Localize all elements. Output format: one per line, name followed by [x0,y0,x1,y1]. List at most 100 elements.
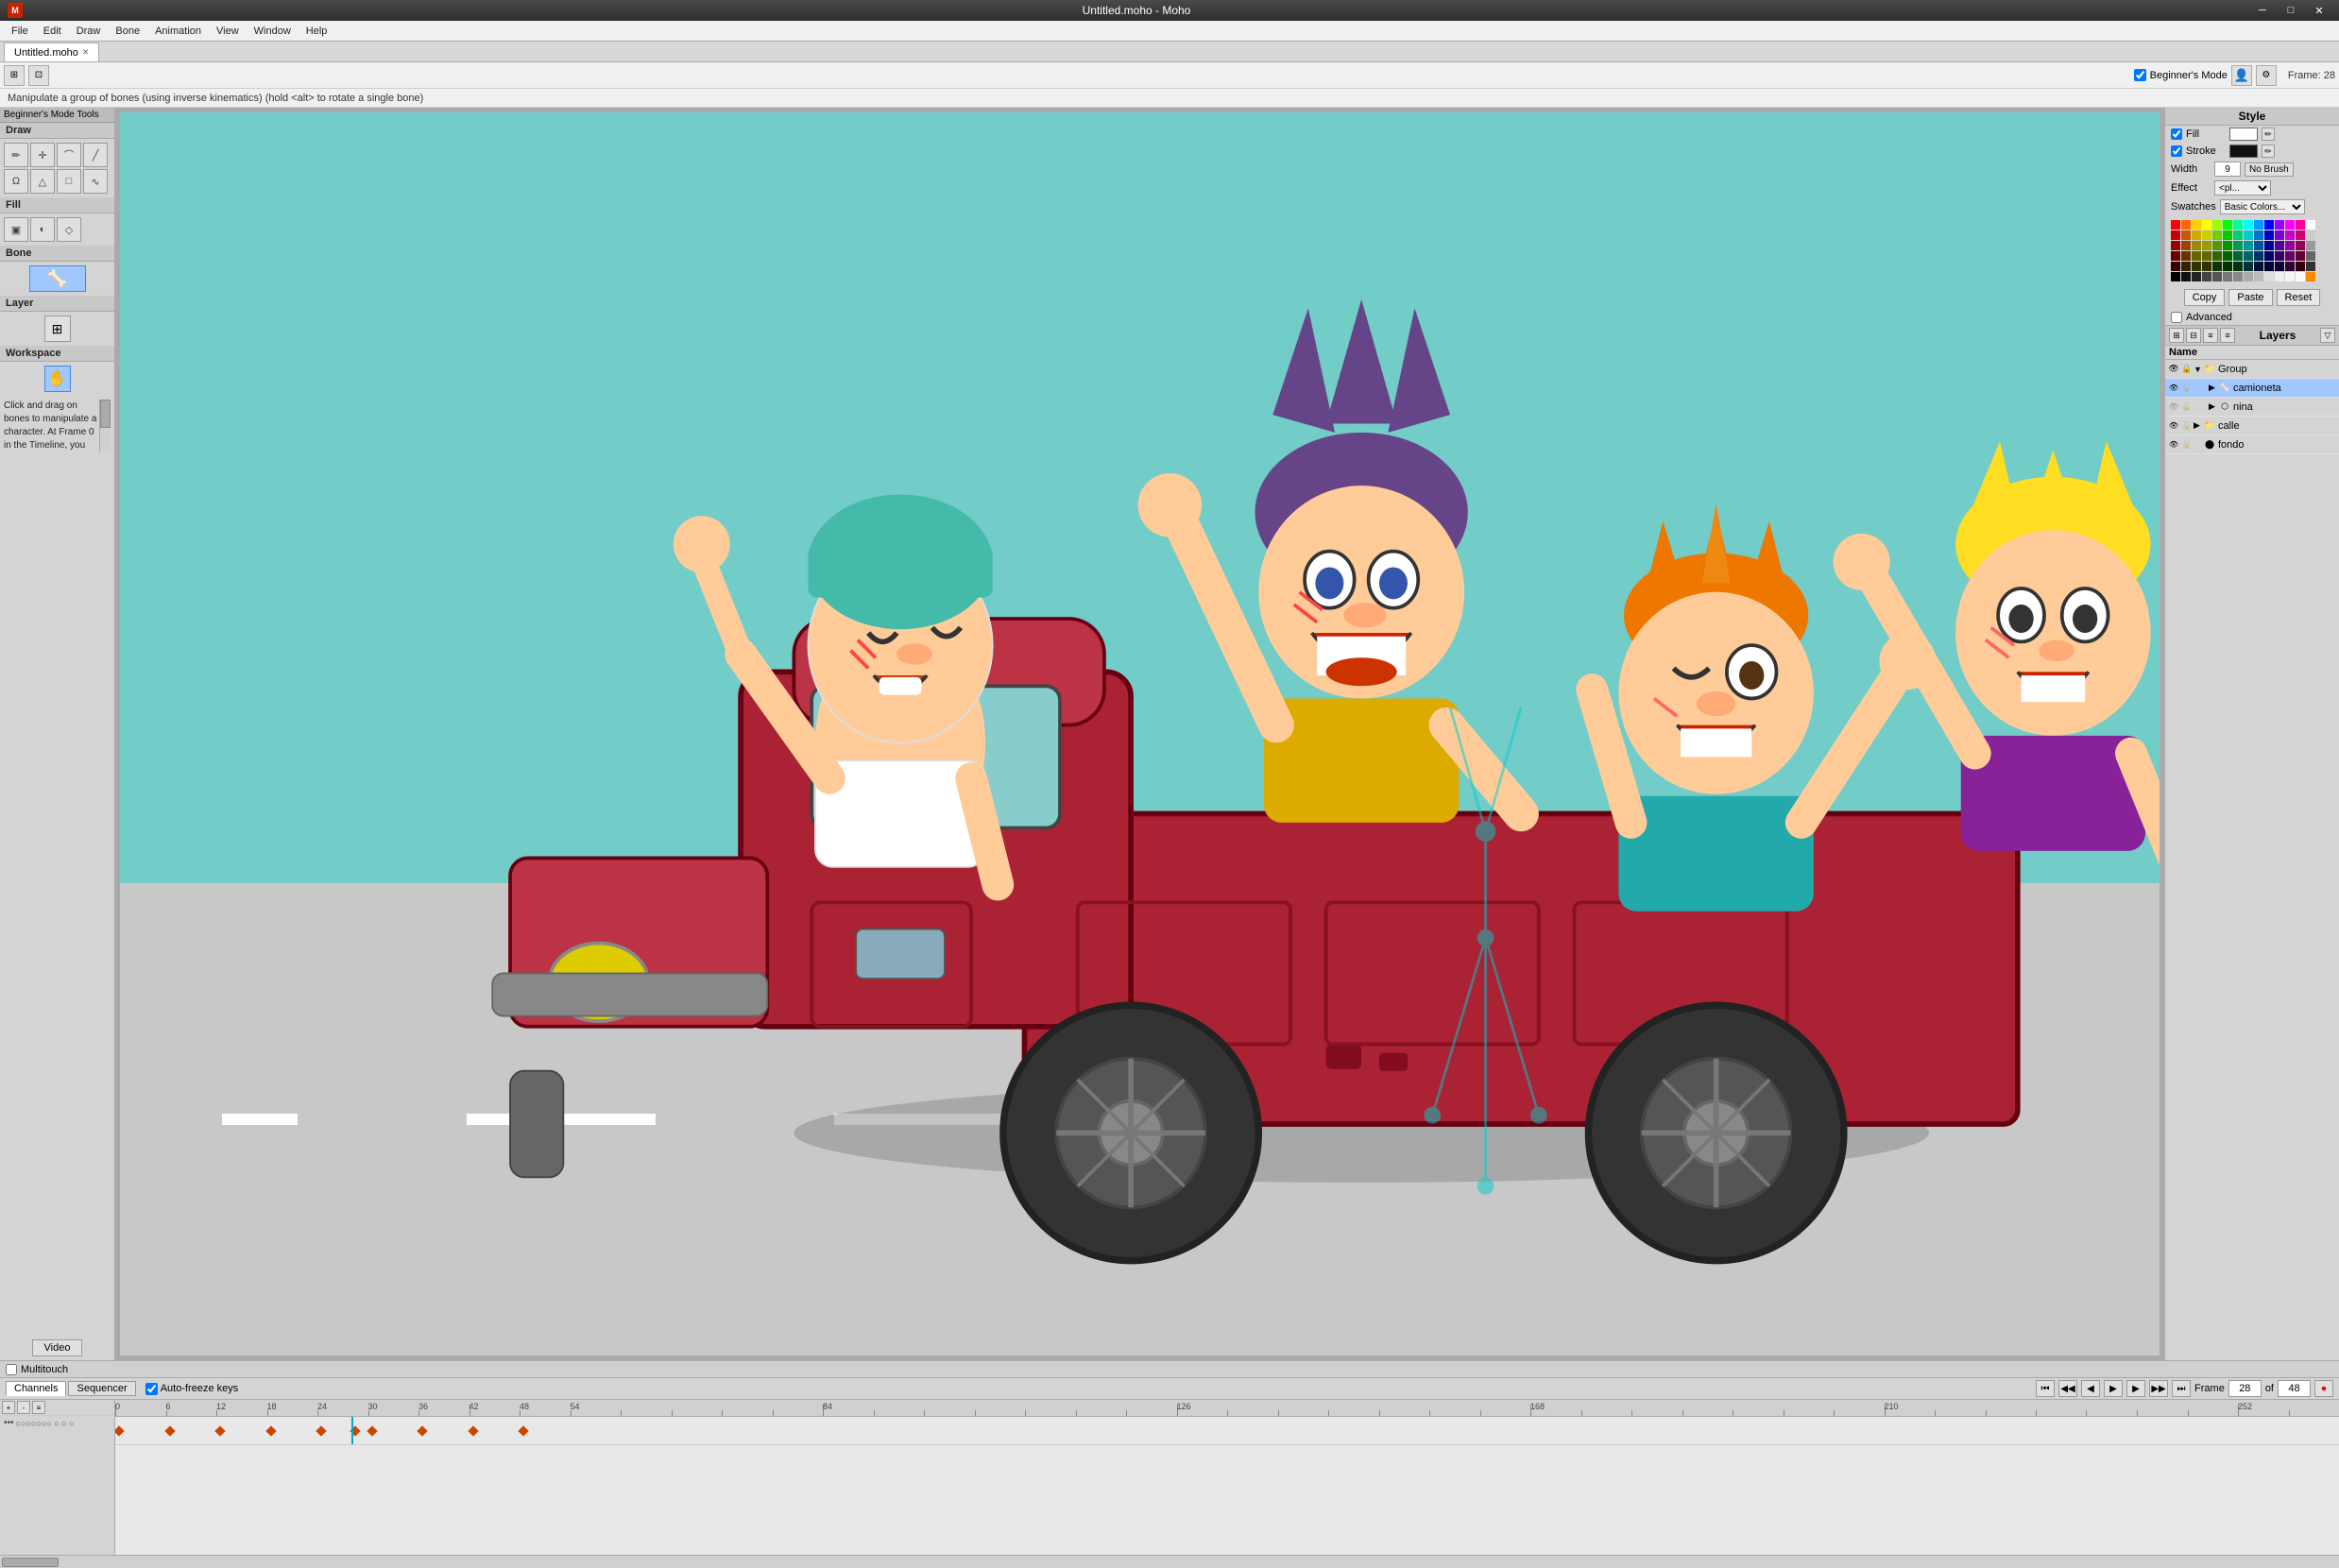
channels-tab[interactable]: Channels [6,1381,66,1396]
effect-select[interactable]: <pl... [2214,180,2271,196]
beginners-mode-checkbox[interactable] [2134,69,2146,81]
palette-color-50[interactable] [2254,251,2263,261]
layer-expand-camioneta[interactable]: ▶ [2209,383,2218,393]
multitouch-checkbox[interactable] [6,1364,17,1375]
layer-expand-group[interactable]: ▼ [2194,365,2203,374]
palette-color-10[interactable] [2275,220,2284,230]
layer-vis-camioneta[interactable]: 👁 [2167,382,2180,395]
layer-vis-fondo[interactable]: 👁 [2167,438,2180,452]
layer-calle[interactable]: 👁 🔒 ▶ 📁 calle [2165,417,2339,435]
h-scrollbar-thumb[interactable] [2,1558,59,1567]
timeline-track-1[interactable] [115,1417,2339,1445]
step-back-btn[interactable]: ◀ [2081,1380,2100,1397]
palette-color-11[interactable] [2285,220,2295,230]
fill-checkbox[interactable] [2171,128,2182,140]
palette-color-30[interactable] [2192,241,2201,250]
palette-color-66[interactable] [2275,262,2284,271]
palette-color-25[interactable] [2285,230,2295,240]
layer-fondo[interactable]: 👁 🔒 ▶ ⬤ fondo [2165,435,2339,454]
workspace-hand-tool[interactable]: ✋ [44,366,71,392]
palette-color-21[interactable] [2244,230,2253,240]
autofreeze-checkbox[interactable] [145,1383,158,1395]
toolbar-icon-2[interactable]: ⊡ [28,65,49,86]
palette-color-74[interactable] [2212,272,2222,281]
palette-color-65[interactable] [2264,262,2274,271]
minimize-button[interactable]: ─ [2250,2,2275,19]
palette-color-32[interactable] [2212,241,2222,250]
fill-edit-button[interactable]: ✏ [2262,128,2275,141]
advanced-checkbox[interactable] [2171,312,2182,323]
close-button[interactable]: ✕ [2307,2,2331,19]
draw-tool-omega[interactable]: Ω [4,169,28,194]
tl-ctrl-1[interactable]: + [2,1401,15,1414]
palette-color-79[interactable] [2264,272,2274,281]
palette-color-35[interactable] [2244,241,2253,250]
layer-tool-btn[interactable]: ⊞ [44,315,71,342]
tl-ctrl-3[interactable]: ≡ [32,1401,45,1414]
palette-color-38[interactable] [2275,241,2284,250]
draw-tool-tri[interactable]: △ [30,169,55,194]
next-key-btn[interactable]: ▶▶ [2149,1380,2168,1397]
copy-button[interactable]: Copy [2184,289,2226,306]
palette-color-3[interactable] [2202,220,2211,230]
step-fwd-btn[interactable]: ▶ [2126,1380,2145,1397]
menu-help[interactable]: Help [299,24,335,39]
palette-color-76[interactable] [2233,272,2243,281]
palette-color-14[interactable] [2171,230,2180,240]
palette-color-81[interactable] [2285,272,2295,281]
palette-color-5[interactable] [2223,220,2232,230]
draw-tool-wave[interactable]: ∿ [83,169,108,194]
menu-file[interactable]: File [4,24,36,39]
desc-scrollbar[interactable] [99,400,111,452]
play-btn[interactable]: ▶ [2104,1380,2123,1397]
draw-tool-add[interactable]: ✛ [30,143,55,167]
layer-camioneta[interactable]: 👁 🔒 ▶ 🦴 camioneta [2165,379,2339,398]
layer-vis-nina[interactable]: 👁 [2167,401,2180,414]
palette-color-47[interactable] [2223,251,2232,261]
palette-color-56[interactable] [2171,262,2180,271]
palette-color-40[interactable] [2296,241,2305,250]
palette-color-13[interactable] [2306,220,2315,230]
palette-color-27[interactable] [2306,230,2315,240]
layer-name-fondo[interactable]: fondo [2216,439,2337,451]
palette-color-51[interactable] [2264,251,2274,261]
draw-tool-rect[interactable]: □ [57,169,81,194]
palette-color-80[interactable] [2275,272,2284,281]
user-icon[interactable]: 👤 [2231,65,2252,86]
stroke-checkbox[interactable] [2171,145,2182,157]
video-button[interactable]: Video [32,1339,83,1356]
palette-color-33[interactable] [2223,241,2232,250]
palette-color-68[interactable] [2296,262,2305,271]
palette-color-54[interactable] [2296,251,2305,261]
palette-color-29[interactable] [2181,241,2191,250]
palette-color-7[interactable] [2244,220,2253,230]
palette-color-0[interactable] [2171,220,2180,230]
width-input[interactable] [2214,162,2241,177]
palette-color-73[interactable] [2202,272,2211,281]
layers-icon-3[interactable]: ≡ [2203,328,2218,343]
no-brush-button[interactable]: No Brush [2245,162,2294,177]
fill-tool-3[interactable]: ◇ [57,217,81,242]
palette-color-18[interactable] [2212,230,2222,240]
palette-color-39[interactable] [2285,241,2295,250]
sequencer-tab[interactable]: Sequencer [68,1381,135,1396]
palette-color-17[interactable] [2202,230,2211,240]
palette-color-23[interactable] [2264,230,2274,240]
layer-name-nina[interactable]: nina [2231,401,2337,413]
reset-button[interactable]: Reset [2277,289,2321,306]
palette-color-62[interactable] [2233,262,2243,271]
maximize-button[interactable]: □ [2279,2,2303,19]
palette-color-24[interactable] [2275,230,2284,240]
palette-color-12[interactable] [2296,220,2305,230]
layers-icon-4[interactable]: ≡ [2220,328,2235,343]
palette-color-82[interactable] [2296,272,2305,281]
stroke-color-swatch[interactable] [2229,145,2258,158]
fill-tool-1[interactable]: ▣ [4,217,28,242]
total-frames-input[interactable] [2278,1380,2311,1397]
layer-lock-nina[interactable]: 🔒 [2180,401,2194,414]
palette-color-58[interactable] [2192,262,2201,271]
fill-color-swatch[interactable] [2229,128,2258,141]
palette-color-46[interactable] [2212,251,2222,261]
palette-color-59[interactable] [2202,262,2211,271]
prev-key-btn[interactable]: ◀◀ [2058,1380,2077,1397]
